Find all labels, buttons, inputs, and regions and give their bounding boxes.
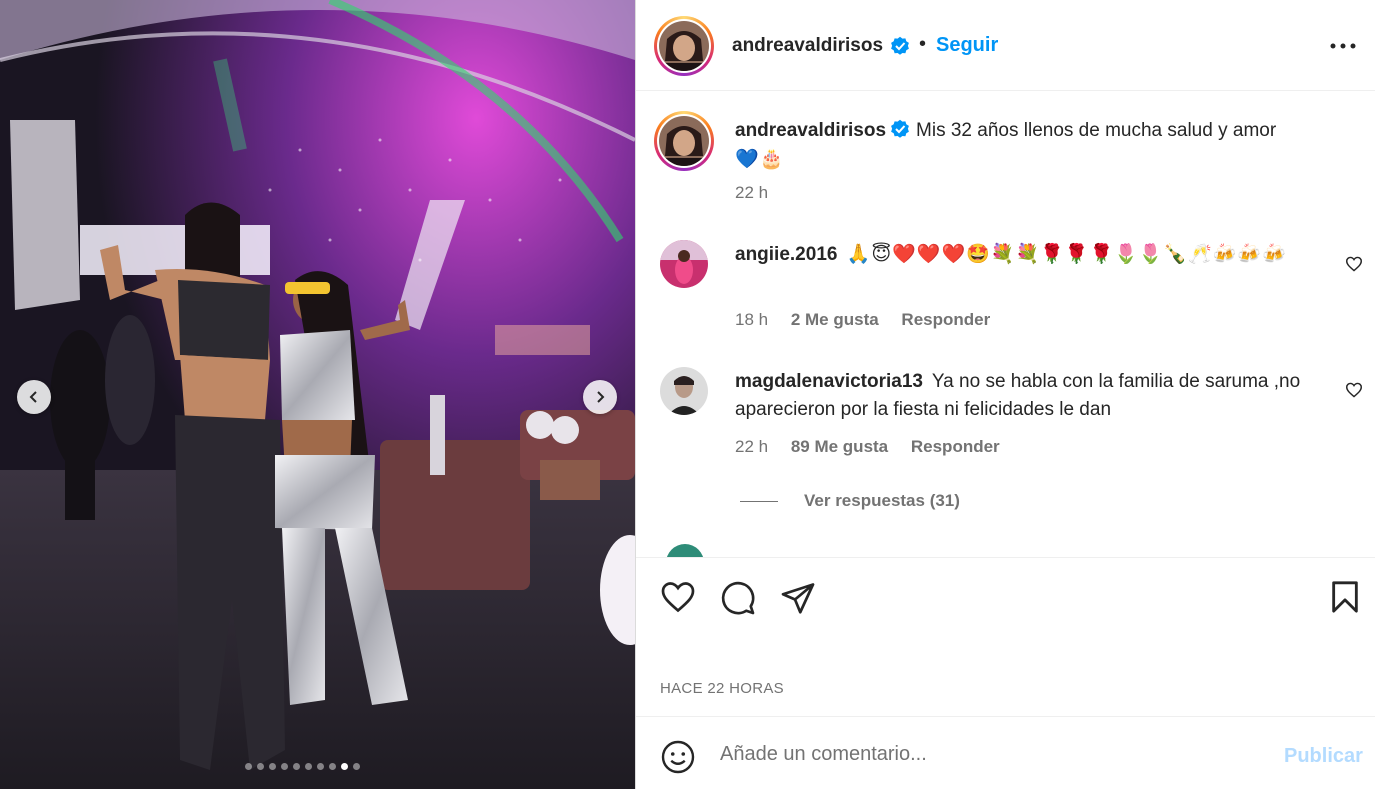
more-options-icon[interactable]	[1330, 38, 1356, 54]
party-photo-image	[0, 0, 635, 789]
emoji-smiley-icon[interactable]	[660, 739, 696, 775]
chevron-left-icon	[29, 391, 37, 403]
comment-meta: 22 h 89 Me gusta Responder	[735, 437, 1018, 457]
instagram-post-modal: andreavaldirisos • Seguir andreavaldiris…	[0, 0, 1375, 789]
caption-time[interactable]: 22 h	[735, 183, 768, 202]
reply-button[interactable]: Responder	[901, 310, 990, 329]
caption-text: Mis 32 años llenos de mucha salud y amor	[916, 120, 1277, 141]
carousel-dot	[341, 763, 348, 770]
carousel-next-button[interactable]	[583, 380, 617, 414]
share-paper-plane-icon[interactable]	[780, 580, 816, 616]
comment-username[interactable]: magdalenavictoria13	[735, 371, 923, 392]
comment-username[interactable]: angiie.2016	[735, 244, 837, 265]
author-avatar	[659, 21, 709, 71]
comment-avatar[interactable]	[660, 240, 708, 288]
comment-meta: 18 h 2 Me gusta Responder	[735, 310, 1008, 330]
caption-emojis: 💙🎂	[735, 148, 785, 170]
post-actions-bar: HACE 22 HORAS	[636, 557, 1375, 716]
comment-avatar[interactable]	[660, 367, 708, 415]
carousel-dot	[305, 763, 312, 770]
verified-badge-icon	[891, 36, 909, 55]
carousel-dot	[317, 763, 324, 770]
author-username[interactable]: andreavaldirisos	[732, 35, 883, 57]
carousel-dot	[329, 763, 336, 770]
caption-text-block: andreavaldirisos Mis 32 años llenos de m…	[735, 117, 1335, 174]
post-header: andreavaldirisos • Seguir	[636, 0, 1375, 91]
chevron-right-icon	[597, 391, 605, 403]
author-avatar-ring[interactable]	[654, 16, 714, 76]
carousel-dot	[293, 763, 300, 770]
carousel-dot	[245, 763, 252, 770]
comment-time[interactable]: 18 h	[735, 310, 768, 329]
view-replies-button[interactable]: Ver respuestas (31)	[740, 491, 960, 511]
comment-text-block: angiie.2016 🙏😇❤️❤️❤️🤩💐💐🌹🌹🌹🌷🌷🍾🥂🍻🍻🍻	[735, 240, 1335, 269]
like-comment-heart-icon[interactable]	[1345, 256, 1363, 272]
post-side-panel: andreavaldirisos • Seguir andreavaldiris…	[635, 0, 1375, 789]
replies-divider	[740, 500, 778, 502]
comment-composer: Publicar	[636, 716, 1375, 789]
caption-avatar-ring[interactable]	[654, 111, 714, 171]
publish-button[interactable]: Publicar	[1284, 745, 1363, 768]
comment-likes[interactable]: 89 Me gusta	[791, 437, 888, 456]
carousel-dot	[269, 763, 276, 770]
comment-input[interactable]	[720, 737, 1240, 771]
comment-bubble-icon[interactable]	[720, 580, 756, 616]
like-comment-heart-icon[interactable]	[1345, 382, 1363, 398]
carousel-dot	[281, 763, 288, 770]
carousel-indicator	[245, 763, 360, 770]
follow-button[interactable]: Seguir	[936, 34, 998, 57]
view-replies-label: Ver respuestas (31)	[804, 491, 960, 510]
comments-list: andreavaldirisos Mis 32 años llenos de m…	[636, 92, 1375, 557]
comment-time[interactable]: 22 h	[735, 437, 768, 456]
header-separator: •	[919, 33, 927, 55]
comment-text-block: magdalenavictoria13 Ya no se habla con l…	[735, 368, 1335, 424]
post-timestamp[interactable]: HACE 22 HORAS	[660, 680, 784, 697]
reply-button[interactable]: Responder	[911, 437, 1000, 456]
caption-meta: 22 h	[735, 183, 786, 203]
caption-avatar	[659, 116, 709, 166]
carousel-dot	[353, 763, 360, 770]
caption-username[interactable]: andreavaldirisos	[735, 120, 886, 141]
comment-likes[interactable]: 2 Me gusta	[791, 310, 879, 329]
comment-avatar[interactable]	[666, 544, 704, 557]
verified-badge-icon	[891, 119, 909, 138]
comment-text: 🙏😇❤️❤️❤️🤩💐💐🌹🌹🌹🌷🌷🍾🥂🍻🍻🍻	[846, 243, 1287, 265]
carousel-prev-button[interactable]	[17, 380, 51, 414]
like-heart-icon[interactable]	[660, 580, 696, 614]
carousel-dot	[257, 763, 264, 770]
save-bookmark-icon[interactable]	[1330, 580, 1360, 614]
post-photo	[0, 0, 635, 789]
